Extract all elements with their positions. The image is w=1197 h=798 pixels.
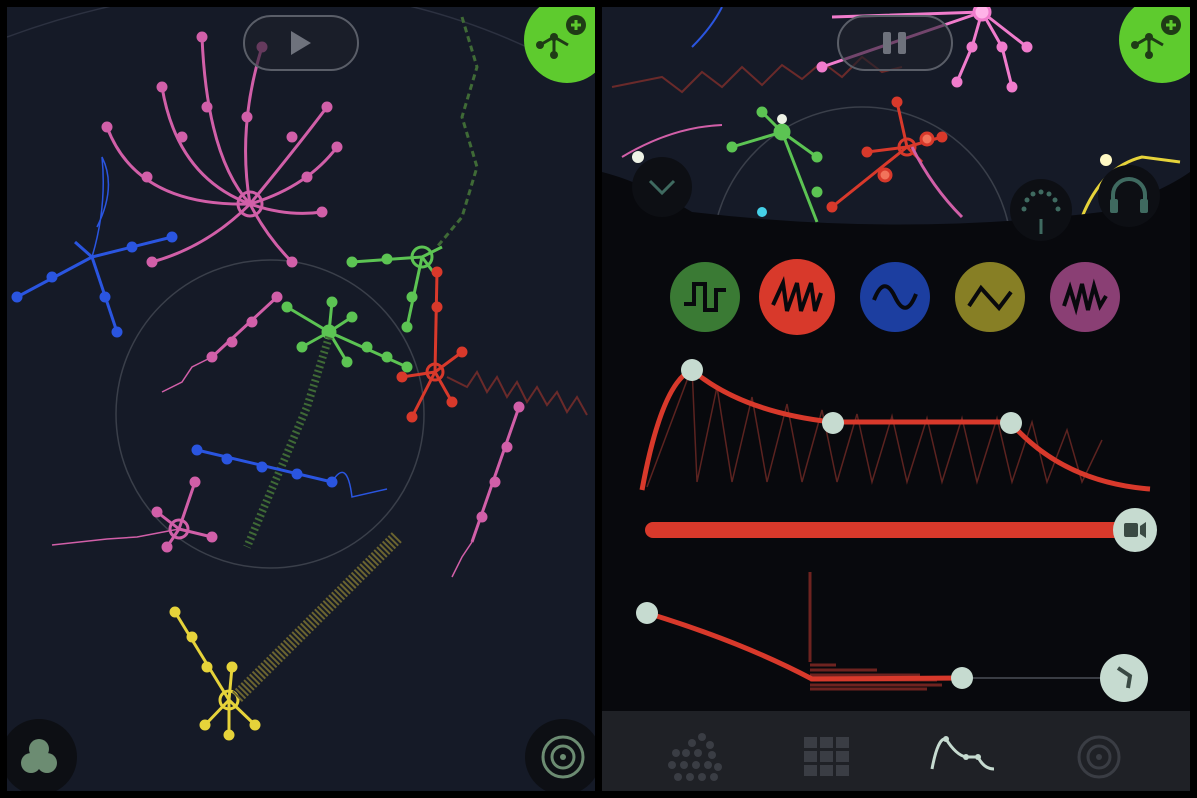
decay-handle[interactable] [822,412,844,434]
left-screen [7,7,595,791]
pitch-end-handle[interactable] [951,667,973,689]
play-button[interactable] [243,15,359,71]
add-creature-button[interactable] [524,7,595,83]
add-creature-icon [536,15,586,59]
duration-slider[interactable] [645,508,1157,552]
envelope-editor[interactable] [602,352,1190,512]
pink-creature-3 [51,476,218,553]
noise-wave-icon [1062,278,1108,316]
creature-canvas[interactable] [7,7,595,791]
headphones-icon [1110,177,1148,213]
target-icon [1077,735,1121,779]
camera-icon [1124,522,1146,538]
slider-handle[interactable] [1113,508,1157,552]
pink-creature-4 [451,401,525,578]
pause-button[interactable] [837,15,953,71]
green-center-trail [243,335,333,549]
tab-envelope[interactable] [926,727,996,787]
knob-button[interactable] [1010,179,1072,241]
tab-target[interactable] [1064,727,1134,787]
tab-creatures[interactable] [662,727,732,787]
release-handle[interactable] [1000,412,1022,434]
clock-hand-icon [1116,666,1133,689]
right-screen [602,7,1190,791]
grid-icon [804,737,849,776]
triangle-wave-icon [967,284,1013,312]
play-icon [291,31,311,55]
sine-wave-icon [872,284,918,310]
slider-track [645,522,1125,538]
target-button[interactable] [525,719,595,791]
tab-grid[interactable] [794,727,864,787]
add-creature-icon [1131,15,1181,59]
dots-icon [668,733,722,781]
blue-creature-2 [191,444,388,498]
waveform-square-button[interactable] [670,262,740,332]
attack-handle[interactable] [681,359,703,381]
saw-wave-icon [771,275,823,312]
envelope-curve [639,367,1151,492]
collapse-button[interactable] [632,157,692,217]
pitch-curve [646,610,963,682]
pitch-start-handle[interactable] [636,602,658,624]
pause-icon [883,32,906,54]
pitch-time-handle[interactable] [1100,654,1148,702]
waveform-sine-button[interactable] [860,262,930,332]
waveform-noise-button[interactable] [1050,262,1120,332]
knob-icon [1021,189,1061,234]
green-wave-trail [435,16,479,248]
green-creature [346,245,443,333]
headphones-button[interactable] [1098,165,1160,227]
palette-button[interactable] [7,719,77,791]
chevron-down-icon [648,179,676,196]
yellow-creature [169,606,261,741]
envelope-icon [930,736,995,771]
square-wave-icon [684,282,726,312]
add-creature-button[interactable] [1119,7,1190,83]
pink-creature-2 [161,291,283,393]
waveform-triangle-button[interactable] [955,262,1025,332]
waveform-saw-button[interactable] [759,259,835,335]
green-center-creature [281,296,413,373]
circles-icon [21,739,57,773]
target-icon [541,735,585,779]
